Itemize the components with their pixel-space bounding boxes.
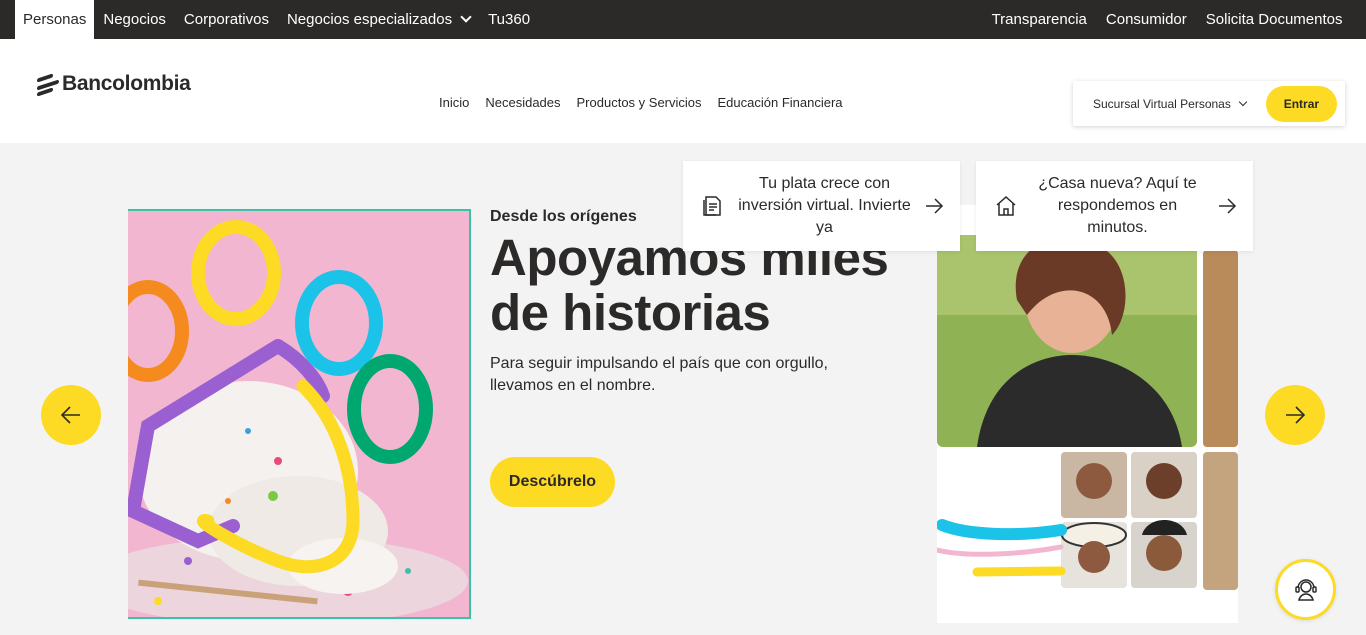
promo-card-inversion[interactable]: Tu plata crece con inversión virtual. In… xyxy=(683,161,960,251)
arrow-right-icon xyxy=(1286,406,1306,424)
carousel-next-button[interactable] xyxy=(1265,385,1325,445)
link-solicita-documentos[interactable]: Solicita Documentos xyxy=(1196,0,1352,39)
hero-kicker: Desde los orígenes xyxy=(490,208,637,225)
help-chat-button[interactable] xyxy=(1275,559,1336,620)
document-icon xyxy=(701,194,725,218)
logo-mark-icon xyxy=(37,73,59,97)
nav-necesidades[interactable]: Necesidades xyxy=(477,95,568,110)
promo-card-casa-text: ¿Casa nueva? Aquí te respondemos en minu… xyxy=(1038,175,1197,236)
sucursal-dropdown[interactable]: Sucursal Virtual Personas xyxy=(1093,96,1248,111)
sucursal-label: Sucursal Virtual Personas xyxy=(1093,96,1231,111)
main-nav: Inicio Necesidades Productos y Servicios… xyxy=(431,95,851,110)
link-transparencia[interactable]: Transparencia xyxy=(982,0,1096,39)
link-consumidor[interactable]: Consumidor xyxy=(1096,0,1196,39)
tab-personas[interactable]: Personas xyxy=(15,0,95,39)
logo-text: Bancolombia xyxy=(62,72,191,95)
hero-left-illustration xyxy=(128,217,468,617)
promo-card-casa[interactable]: ¿Casa nueva? Aquí te respondemos en minu… xyxy=(976,161,1253,251)
utility-links: Transparencia Consumidor Solicita Docume… xyxy=(982,0,1366,39)
entrar-button[interactable]: Entrar xyxy=(1265,85,1337,122)
nav-educacion-financiera[interactable]: Educación Financiera xyxy=(710,95,851,110)
nav-productos-servicios[interactable]: Productos y Servicios xyxy=(569,95,710,110)
hero-right-collage xyxy=(937,205,1238,623)
tab-negocios-especializados-label: Negocios especializados xyxy=(286,11,453,28)
carousel-prev-button[interactable] xyxy=(41,385,101,445)
tab-negocios-especializados[interactable]: Negocios especializados xyxy=(278,0,479,39)
arrow-left-icon xyxy=(60,406,80,424)
arrow-right-icon xyxy=(1217,196,1237,216)
promo-card-inversion-text: Tu plata crece con inversión virtual. In… xyxy=(738,175,911,236)
hero-subtext: Para seguir impulsando el país que con o… xyxy=(490,355,828,394)
hero-left-image xyxy=(128,209,471,619)
chevron-down-icon xyxy=(1238,97,1248,106)
tab-corporativos[interactable]: Corporativos xyxy=(175,0,278,39)
arrow-right-icon xyxy=(924,196,944,216)
segment-topbar: Personas Negocios Corporativos Negocios … xyxy=(0,0,1366,39)
house-icon xyxy=(994,194,1018,218)
segment-tabs: Personas Negocios Corporativos Negocios … xyxy=(0,0,539,39)
login-box: Sucursal Virtual Personas Entrar xyxy=(1073,81,1345,126)
tab-tu360[interactable]: Tu360 xyxy=(479,0,539,39)
hero-right-photo xyxy=(937,205,1238,623)
nav-inicio[interactable]: Inicio xyxy=(431,95,477,110)
descubrelo-button[interactable]: Descúbrelo xyxy=(490,457,615,507)
main-header: Bancolombia Inicio Necesidades Productos… xyxy=(0,39,1366,143)
tab-negocios[interactable]: Negocios xyxy=(94,0,175,39)
bancolombia-logo[interactable]: Bancolombia xyxy=(37,72,191,97)
headset-icon xyxy=(1294,578,1317,601)
chevron-down-icon xyxy=(460,11,472,23)
